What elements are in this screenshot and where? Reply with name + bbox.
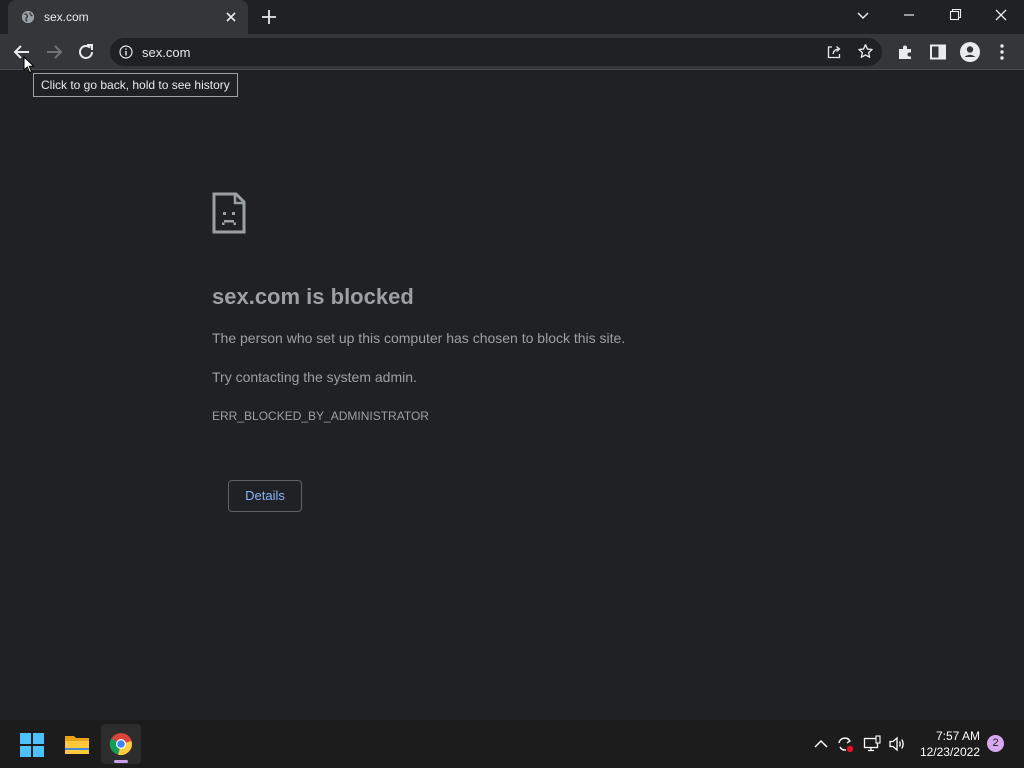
side-panel-icon[interactable] bbox=[926, 40, 950, 64]
new-tab-icon[interactable] bbox=[258, 6, 280, 28]
clock-time: 7:57 AM bbox=[935, 729, 980, 743]
reload-icon[interactable] bbox=[74, 40, 98, 64]
windows-taskbar: 7:57 AM 12/23/2022 bbox=[0, 720, 1024, 768]
share-icon[interactable] bbox=[826, 44, 842, 60]
file-explorer-button[interactable] bbox=[57, 724, 97, 764]
profile-avatar-icon[interactable] bbox=[958, 40, 982, 64]
error-suggestion: Try contacting the system admin. bbox=[212, 369, 417, 385]
tab-search-chevron-icon[interactable] bbox=[853, 5, 873, 25]
notification-badge[interactable]: 2 bbox=[987, 735, 1004, 752]
start-button[interactable] bbox=[12, 724, 52, 764]
active-app-indicator bbox=[114, 760, 128, 763]
tab-active[interactable]: sex.com bbox=[8, 0, 248, 34]
chrome-taskbar-button[interactable] bbox=[101, 724, 141, 764]
error-title: sex.com is blocked bbox=[212, 284, 414, 309]
back-button-tooltip: Click to go back, hold to see history bbox=[33, 73, 238, 97]
close-tab-icon[interactable] bbox=[223, 9, 239, 25]
chrome-icon bbox=[109, 733, 132, 755]
extensions-puzzle-icon[interactable] bbox=[894, 40, 918, 64]
tab-title: sex.com bbox=[44, 10, 89, 24]
folder-icon bbox=[65, 736, 89, 754]
chevron-up-icon[interactable] bbox=[811, 734, 831, 754]
restore-icon[interactable] bbox=[942, 3, 968, 27]
address-bar[interactable]: sex.com bbox=[110, 38, 882, 66]
details-button[interactable]: Details bbox=[228, 480, 302, 512]
forward-arrow-icon[interactable] bbox=[42, 40, 66, 64]
sad-page-icon bbox=[212, 192, 246, 234]
globe-icon bbox=[21, 10, 35, 24]
windows-start-icon bbox=[20, 733, 44, 757]
site-info-icon[interactable] bbox=[119, 45, 133, 59]
mouse-cursor-icon bbox=[23, 56, 35, 74]
network-icon[interactable] bbox=[862, 734, 882, 754]
bookmark-star-icon[interactable] bbox=[857, 43, 874, 60]
browser-toolbar: sex.com bbox=[0, 34, 1024, 70]
url-text[interactable]: sex.com bbox=[142, 45, 190, 60]
error-description: The person who set up this computer has … bbox=[212, 330, 626, 346]
sync-icon[interactable] bbox=[835, 734, 855, 754]
system-clock[interactable]: 7:57 AM 12/23/2022 bbox=[912, 728, 980, 760]
minimize-icon[interactable] bbox=[896, 3, 922, 27]
volume-icon[interactable] bbox=[887, 734, 907, 754]
clock-date: 12/23/2022 bbox=[919, 745, 980, 759]
error-code: ERR_BLOCKED_BY_ADMINISTRATOR bbox=[212, 409, 429, 423]
more-menu-icon[interactable] bbox=[990, 40, 1014, 64]
tab-strip: sex.com bbox=[0, 0, 1024, 34]
window-close-icon[interactable] bbox=[988, 3, 1014, 27]
